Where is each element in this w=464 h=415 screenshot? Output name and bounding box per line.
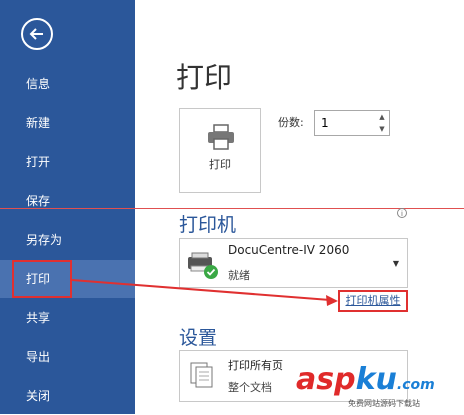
setting-subtitle: 整个文档 [228, 381, 272, 394]
setting-title: 打印所有页 [228, 359, 283, 372]
watermark-brand-c: .com [396, 377, 435, 393]
watermark-brand-b: ku [355, 362, 397, 397]
settings-section-title: 设置 [179, 327, 218, 349]
watermark-logo: aspku.com [296, 362, 435, 397]
watermark-brand-a: asp [296, 362, 356, 397]
watermark-subtitle: 免费网站源码下载站 [348, 399, 420, 408]
pages-icon [190, 362, 213, 388]
